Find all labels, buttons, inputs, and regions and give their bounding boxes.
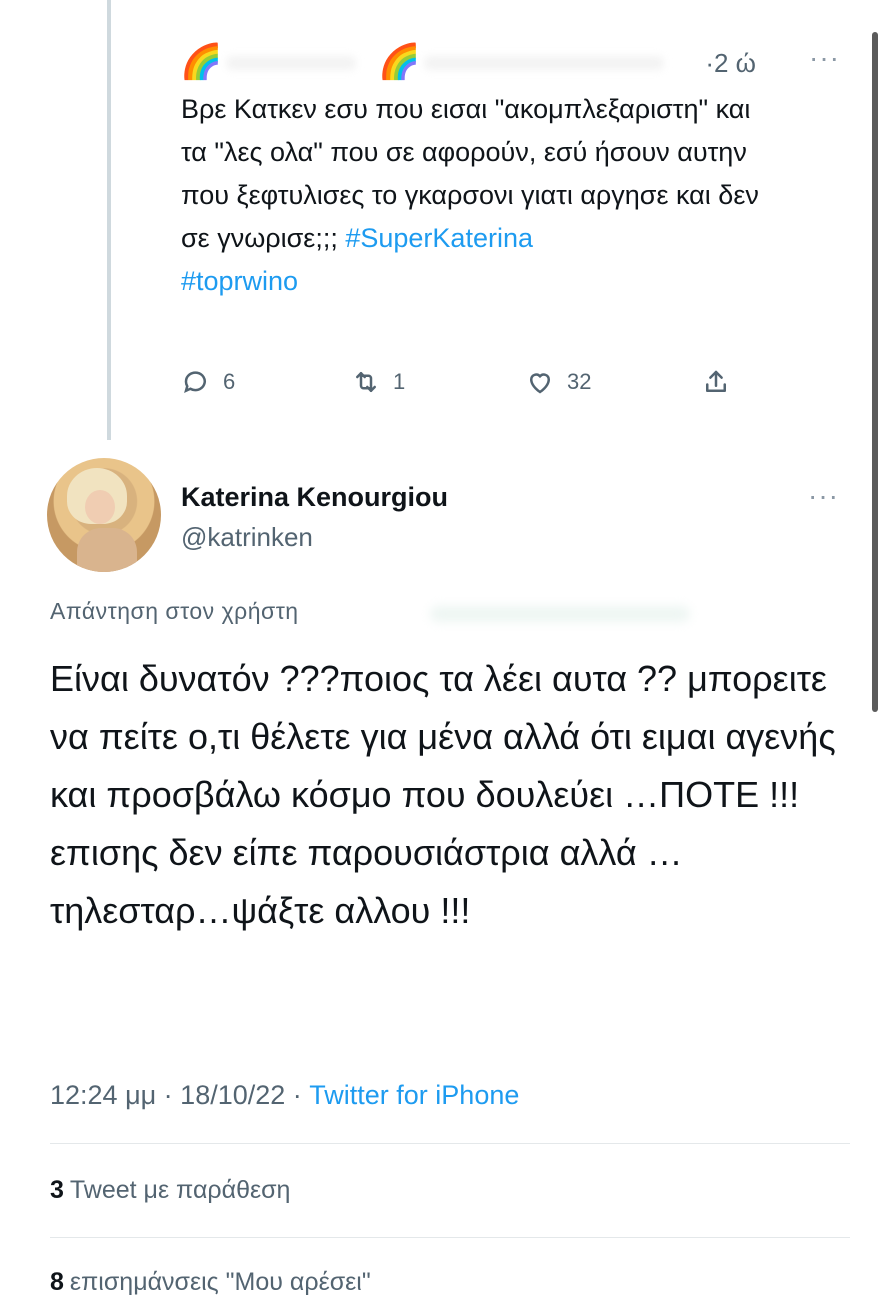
avatar[interactable] <box>47 458 161 572</box>
tweet-meta: 12:24 μμ · 18/10/22 · Twitter for iPhone <box>50 1080 519 1111</box>
retweet-button[interactable]: 1 <box>351 362 405 402</box>
like-button[interactable]: 32 <box>525 362 591 402</box>
reply-icon <box>184 371 206 394</box>
parent-tweet-time[interactable]: ·2 ώ <box>705 48 756 79</box>
thread-connector-line <box>107 0 111 440</box>
likes-stat[interactable]: 8 επισημάνσεις "Μου αρέσει" <box>50 1268 371 1297</box>
retweet-icon <box>356 372 376 392</box>
rainbow-avatar-icon[interactable]: 🌈 <box>180 44 222 80</box>
divider <box>50 1143 850 1144</box>
rainbow-name-icon: 🌈 <box>378 43 421 81</box>
scrollbar[interactable] <box>872 32 878 712</box>
quote-label: Tweet με παράθεση <box>69 1176 291 1204</box>
retweet-count: 1 <box>393 369 406 394</box>
heart-icon <box>529 373 551 394</box>
main-tweet-text: Είναι δυνατόν ???ποιος τα λέει αυτα ?? μ… <box>50 658 836 931</box>
avatar-body <box>77 528 137 572</box>
like-total: 8 <box>50 1268 64 1296</box>
more-horizontal-icon[interactable]: ··· <box>809 42 840 74</box>
author-handle[interactable]: @katrinken <box>181 522 313 553</box>
quote-tweets-stat[interactable]: 3 Tweet με παράθεση <box>50 1176 290 1205</box>
quote-count: 3 <box>50 1176 64 1204</box>
divider <box>50 1237 850 1238</box>
reply-count: 6 <box>223 369 236 394</box>
blurred-handle <box>424 56 664 70</box>
hashtag-toprwino[interactable]: #toprwino <box>181 266 298 296</box>
reply-to-label: Απάντηση στον χρήστη <box>50 598 299 624</box>
blurred-username <box>226 56 356 70</box>
hashtag-superkaterina[interactable]: #SuperKaterina <box>345 223 533 253</box>
like-count: 32 <box>567 369 592 394</box>
tweet-source-link[interactable]: Twitter for iPhone <box>309 1080 519 1110</box>
avatar-face <box>85 490 115 524</box>
more-horizontal-icon[interactable]: ··· <box>808 480 839 512</box>
like-label: επισημάνσεις "Μου αρέσει" <box>69 1268 371 1296</box>
parent-tweet-actions: 6 1 32 <box>181 362 741 402</box>
blurred-reply-target <box>430 606 690 622</box>
parent-tweet-header: 🌈 🌈 ·2 ώ ··· <box>180 38 850 88</box>
reply-button[interactable]: 6 <box>181 362 235 402</box>
share-icon <box>706 370 726 392</box>
share-button[interactable] <box>701 362 731 402</box>
tweet-timestamp[interactable]: 12:24 μμ · 18/10/22 · <box>50 1080 309 1110</box>
parent-tweet-text: Βρε Κατκεν εσυ που εισαι "ακομπλεξαριστη… <box>181 88 761 303</box>
author-name[interactable]: Katerina Kenourgiou <box>181 482 448 513</box>
